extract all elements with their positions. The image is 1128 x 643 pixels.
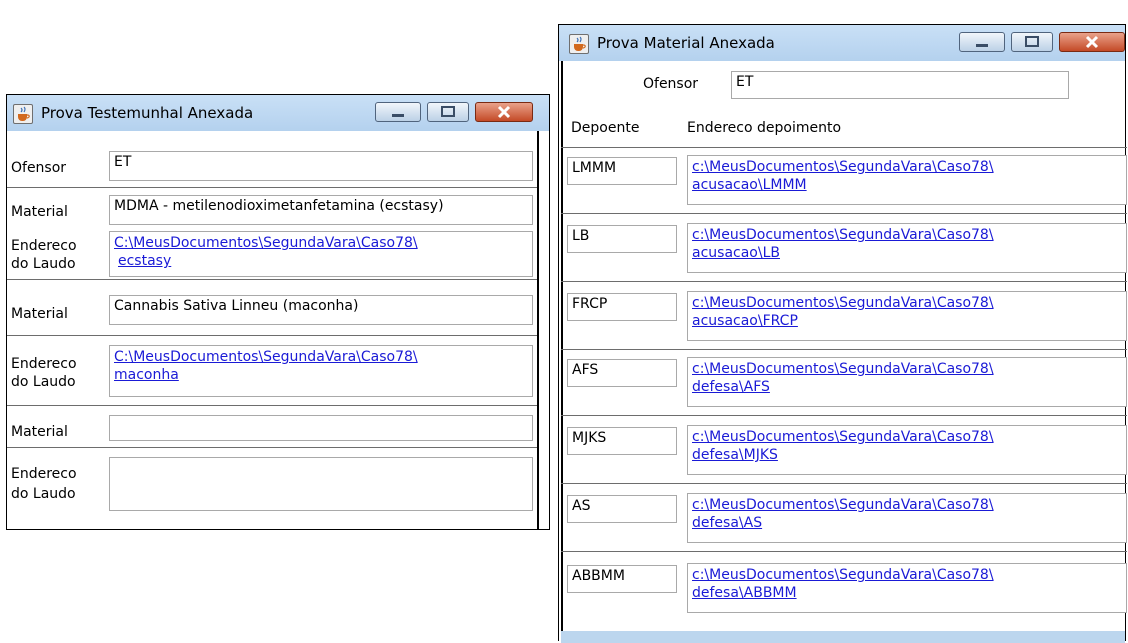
endereco-link-2-line2[interactable]: acusacao\LB [692,244,1122,262]
depoente-field-2[interactable]: LB [567,225,677,253]
laudo-link-2-line1[interactable]: C:\MeusDocumentos\SegundaVara\Caso78\ [114,348,528,366]
minimize-button[interactable] [375,102,421,122]
close-button[interactable] [1059,32,1125,52]
laudo-field-1[interactable]: C:\MeusDocumentos\SegundaVara\Caso78\ ec… [109,231,533,277]
row-divider [561,415,1127,416]
endereco-link-1-line1[interactable]: c:\MeusDocumentos\SegundaVara\Caso78\ [692,158,1122,176]
testemunhal-titlebar[interactable]: Prova Testemunhal Anexada [7,95,549,131]
row-divider [561,213,1127,214]
depoente-field-1[interactable]: LMMM [567,157,677,185]
minimize-icon [392,114,404,117]
endereco-link-1-line2[interactable]: acusacao\LMMM [692,176,1122,194]
minimize-button[interactable] [959,32,1005,52]
endereco-field-2[interactable]: c:\MeusDocumentos\SegundaVara\Caso78\ ac… [687,223,1127,273]
endereco-field-5[interactable]: c:\MeusDocumentos\SegundaVara\Caso78\ de… [687,425,1127,475]
laudo-link-1-line2[interactable]: ecstasy [114,252,528,270]
ofensor-field[interactable]: ET [109,151,533,181]
material-left-border [561,61,563,642]
material-content: Ofensor ET Depoente Endereco depoimento … [559,61,1127,643]
row-divider [7,405,537,406]
endereco-link-6-line2[interactable]: defesa\AS [692,514,1122,532]
laudo-field-3[interactable] [109,457,533,511]
depoente-field-5[interactable]: MJKS [567,427,677,455]
row-divider [7,447,537,448]
maximize-icon [1025,36,1039,47]
endereco-field-6[interactable]: c:\MeusDocumentos\SegundaVara\Caso78\ de… [687,493,1127,543]
endereco-header: Endereco depoimento [687,120,842,136]
endereco-link-3-line1[interactable]: c:\MeusDocumentos\SegundaVara\Caso78\ [692,294,1122,312]
endereco-link-7-line1[interactable]: c:\MeusDocumentos\SegundaVara\Caso78\ [692,566,1122,584]
row-divider [561,551,1127,552]
endereco-link-2-line1[interactable]: c:\MeusDocumentos\SegundaVara\Caso78\ [692,226,1122,244]
endereco-field-1[interactable]: c:\MeusDocumentos\SegundaVara\Caso78\ ac… [687,155,1127,205]
row-divider [7,335,537,336]
testemunhal-title: Prova Testemunhal Anexada [41,104,254,122]
material-window: Prova Material Anexada Ofensor ET Depoen… [558,24,1127,643]
laudo-label-line2: do Laudo [11,486,76,502]
ofensor-field[interactable]: ET [731,71,1069,99]
laudo-label-line1: Endereco [11,356,77,372]
endereco-link-6-line1[interactable]: c:\MeusDocumentos\SegundaVara\Caso78\ [692,496,1122,514]
depoente-field-3[interactable]: FRCP [567,293,677,321]
testemunhal-content: Ofensor ET Material MDMA - metilenodioxi… [7,131,549,529]
depoente-field-4[interactable]: AFS [567,359,677,387]
depoente-header: Depoente [571,120,640,136]
close-icon [497,105,511,119]
material-title: Prova Material Anexada [597,34,775,52]
laudo-label-line1: Endereco [11,238,77,254]
close-button[interactable] [475,102,533,122]
material-titlebar[interactable]: Prova Material Anexada [559,25,1125,61]
endereco-link-5-line1[interactable]: c:\MeusDocumentos\SegundaVara\Caso78\ [692,428,1122,446]
laudo-field-2[interactable]: C:\MeusDocumentos\SegundaVara\Caso78\ ma… [109,345,533,397]
laudo-link-2-line2[interactable]: maconha [114,366,528,384]
material-label: Material [11,424,68,440]
endereco-link-5-line2[interactable]: defesa\MJKS [692,446,1122,464]
material-field-1[interactable]: MDMA - metilenodioximetanfetamina (ecsta… [109,195,533,225]
endereco-link-7-line2[interactable]: defesa\ABBMM [692,584,1122,602]
row-divider [7,187,537,188]
row-divider [7,279,537,280]
bottom-bar [561,631,1125,643]
material-field-3[interactable] [109,415,533,441]
laudo-label-line1: Endereco [11,466,77,482]
endereco-link-4-line2[interactable]: defesa\AFS [692,378,1122,396]
testemunhal-right-border [537,131,539,529]
close-icon [1085,35,1099,49]
laudo-link-1-line1[interactable]: C:\MeusDocumentos\SegundaVara\Caso78\ [114,234,528,252]
row-divider [561,483,1127,484]
maximize-button[interactable] [1011,32,1053,52]
material-label: Material [11,204,68,220]
endereco-link-3-line2[interactable]: acusacao\FRCP [692,312,1122,330]
endereco-field-4[interactable]: c:\MeusDocumentos\SegundaVara\Caso78\ de… [687,357,1127,407]
ofensor-label: Ofensor [11,160,67,176]
endereco-link-4-line1[interactable]: c:\MeusDocumentos\SegundaVara\Caso78\ [692,360,1122,378]
maximize-button[interactable] [427,102,469,122]
endereco-field-3[interactable]: c:\MeusDocumentos\SegundaVara\Caso78\ ac… [687,291,1127,341]
endereco-field-7[interactable]: c:\MeusDocumentos\SegundaVara\Caso78\ de… [687,563,1127,613]
row-divider [561,349,1127,350]
row-divider [561,281,1127,282]
laudo-label-line2: do Laudo [11,256,76,272]
java-cup-icon [569,34,589,54]
material-label: Material [11,306,68,322]
material-field-2[interactable]: Cannabis Sativa Linneu (maconha) [109,295,533,325]
java-cup-icon [13,104,33,124]
row-divider [561,147,1127,148]
depoente-field-7[interactable]: ABBMM [567,565,677,593]
testemunhal-window: Prova Testemunhal Anexada Ofensor ET Mat… [6,94,550,530]
minimize-icon [976,44,988,47]
maximize-icon [441,106,455,117]
laudo-label-line2: do Laudo [11,374,76,390]
depoente-field-6[interactable]: AS [567,495,677,523]
ofensor-label: Ofensor [643,76,699,92]
